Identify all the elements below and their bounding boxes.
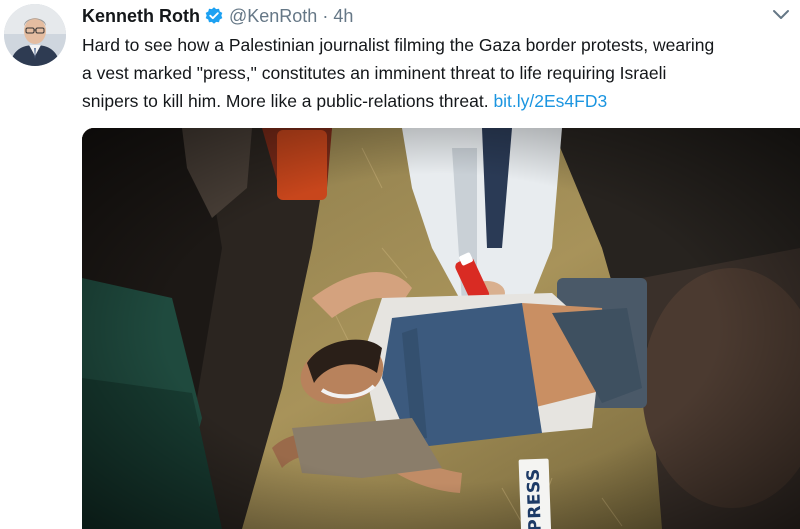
- author-display-name[interactable]: Kenneth Roth: [82, 6, 200, 27]
- author-handle[interactable]: @KenRoth: [229, 6, 317, 27]
- verified-badge-icon: [204, 6, 224, 26]
- tweet-text-line: Hard to see how a Palestinian journalist…: [82, 35, 715, 55]
- tweet-text-line: a vest marked "press," constitutes an im…: [82, 63, 667, 83]
- tweet-media-photo[interactable]: PRESS: [82, 128, 800, 529]
- press-vest-text: PRESS: [523, 467, 547, 529]
- tweet-link[interactable]: bit.ly/2Es4FD3: [493, 91, 607, 111]
- tweet-text: Hard to see how a Palestinian journalist…: [82, 31, 798, 115]
- author-avatar[interactable]: [4, 4, 66, 66]
- tweet-timestamp[interactable]: 4h: [333, 6, 353, 27]
- tweet: Kenneth Roth @KenRoth · 4h Hard to see h…: [0, 0, 800, 529]
- tweet-text-segment: snipers to kill him. More like a public-…: [82, 91, 489, 111]
- header-separator: ·: [322, 5, 329, 26]
- press-vest-label: PRESS: [518, 458, 552, 529]
- tweet-header: Kenneth Roth @KenRoth · 4h: [82, 4, 353, 28]
- chevron-down-icon[interactable]: [770, 6, 792, 24]
- tweet-text-line: snipers to kill him. More like a public-…: [82, 87, 798, 115]
- photo-scene: [82, 128, 800, 529]
- avatar-image: [4, 4, 66, 66]
